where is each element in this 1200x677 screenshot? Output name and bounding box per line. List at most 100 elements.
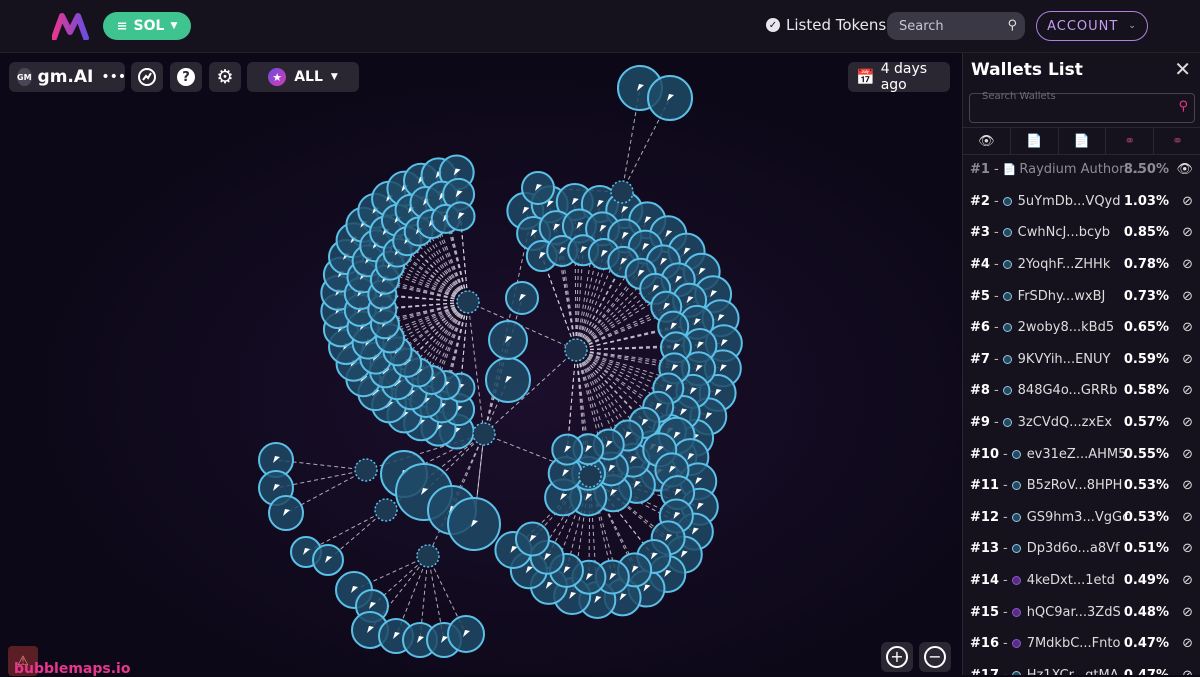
wallet-address: 5uYmDb...VQyd <box>1017 193 1121 209</box>
eye-off-icon[interactable]: ⊘ <box>1182 541 1193 556</box>
wallet-list: #1- 📄 Raydium Authori... 8.50% 👁 #2-5uYmDb...… <box>963 154 1200 675</box>
wallet-percent: 0.49% <box>1123 573 1169 589</box>
calendar-icon: 📅 <box>856 68 875 86</box>
hub-bubble[interactable] <box>578 464 602 488</box>
eye-off-icon[interactable]: ⊘ <box>1182 352 1193 367</box>
wallet-rank: #2 <box>970 193 990 209</box>
eye-off-icon[interactable]: ⊘ <box>1182 668 1193 675</box>
header-search-input[interactable] <box>897 18 1001 35</box>
separator: - <box>993 257 999 273</box>
separator: - <box>993 320 999 336</box>
wallet-search-input[interactable] <box>980 90 1164 103</box>
separator: - <box>993 162 999 178</box>
wallet-row[interactable]: #16- 7MdkbC...Fnto 0.47% ⊘ <box>963 628 1200 660</box>
date-selector[interactable]: 📅 4 days ago <box>848 61 950 93</box>
hub-bubble[interactable] <box>456 290 480 314</box>
separator: - <box>1002 509 1008 525</box>
eye-off-icon[interactable]: ⊘ <box>1182 225 1193 240</box>
help-icon: ? <box>177 68 195 86</box>
bubble-map-canvas[interactable] <box>0 53 962 675</box>
bubblemaps-logo-icon[interactable] <box>52 12 94 40</box>
eye-off-icon[interactable]: ⊘ <box>1182 289 1193 304</box>
filter-dropdown[interactable]: ★ ALL ▼ <box>247 62 359 92</box>
wallet-percent: 0.57% <box>1123 415 1169 431</box>
wallet-address: 7MdkbC...Fnto <box>1026 636 1121 652</box>
wallet-row[interactable]: #10- ev31eZ...AHM5 0.55% ⊘ <box>963 438 1200 470</box>
wallet-percent: 0.65% <box>1123 320 1169 336</box>
wallet-percent: 0.58% <box>1123 383 1169 399</box>
wallet-row[interactable]: #1- 📄 Raydium Authori... 8.50% 👁 <box>963 154 1200 186</box>
wallet-percent: 0.73% <box>1123 288 1169 304</box>
hub-bubble[interactable] <box>610 180 634 204</box>
contract-eye-icon[interactable]: 📄 <box>1011 128 1059 154</box>
chain-selector-button[interactable]: ≡ SOL ▼ <box>103 12 191 40</box>
eye-off-icon[interactable]: ⊘ <box>1182 636 1193 651</box>
eye-icon[interactable]: 👁 <box>963 128 1011 154</box>
stats-button[interactable] <box>131 62 163 92</box>
token-name: gm.AI <box>37 67 94 87</box>
wallet-row[interactable]: #7- 9KVYih...ENUY 0.59% ⊘ <box>963 344 1200 376</box>
link-hidden-icon[interactable]: ⚭ <box>1106 128 1155 154</box>
wallet-dot-icon <box>1011 670 1021 675</box>
wallet-rank: #11 <box>970 478 999 494</box>
more-options-icon[interactable]: ••• <box>101 69 126 85</box>
hub-bubble[interactable] <box>564 338 588 362</box>
search-icon[interactable]: ⚲ <box>1007 18 1017 33</box>
eye-off-icon[interactable]: ⊘ <box>1182 383 1193 398</box>
eye-off-icon[interactable]: ⊘ <box>1182 320 1193 335</box>
search-icon[interactable]: ⚲ <box>1178 99 1188 114</box>
wallet-rank: #14 <box>970 573 999 589</box>
hub-bubble[interactable] <box>374 498 398 522</box>
help-button[interactable]: ? <box>170 62 202 92</box>
wallet-row[interactable]: #8- 848G4o...GRRb 0.58% ⊘ <box>963 375 1200 407</box>
hub-bubble[interactable] <box>354 458 378 482</box>
settings-button[interactable]: ⚙ <box>209 62 241 92</box>
token-selector[interactable]: GM gm.AI ••• <box>9 62 126 92</box>
wallet-row[interactable]: #12- GS9hm3...VgGc 0.53% ⊘ <box>963 502 1200 534</box>
wallet-rank: #1 <box>970 162 990 178</box>
eye-off-icon[interactable]: ⊘ <box>1182 447 1193 462</box>
wallet-percent: 0.53% <box>1123 509 1169 525</box>
eye-off-icon[interactable]: ⊘ <box>1182 573 1193 588</box>
wallet-dot-icon <box>1011 576 1021 586</box>
wallet-rank: #13 <box>970 541 999 557</box>
eye-off-icon[interactable]: ⊘ <box>1182 510 1193 525</box>
wallet-percent: 0.47% <box>1124 668 1169 675</box>
eye-off-icon[interactable]: ⊘ <box>1182 478 1193 493</box>
wallet-row[interactable]: #11- B5zRoV...8HPH 0.53% ⊘ <box>963 470 1200 502</box>
eye-icon[interactable]: 👁 <box>1176 162 1193 177</box>
wallet-address: CwhNcJ...bcyb <box>1017 225 1111 241</box>
chain-label: SOL <box>133 18 165 34</box>
wallets-panel: Wallets List ✕ ⚲ 👁 📄 📄 ⚭ ⚭ #1-📄Raydium A… <box>962 53 1200 675</box>
account-button[interactable]: ACCOUNT ⌄ <box>1036 11 1148 41</box>
eye-off-icon[interactable]: ⊘ <box>1182 605 1193 620</box>
wallet-row[interactable]: #2- 5uYmDb...VQyd 1.03% ⊘ <box>963 186 1200 218</box>
solana-icon: ≡ <box>116 18 128 34</box>
wallet-row[interactable]: #13- Dp3d6o...a8Vf 0.51% ⊘ <box>963 533 1200 565</box>
date-label: 4 days ago <box>880 61 928 93</box>
bubble-graph[interactable] <box>0 53 962 675</box>
wallet-row[interactable]: #5- FrSDhy...wxBJ 0.73% ⊘ <box>963 280 1200 312</box>
eye-off-icon[interactable]: ⊘ <box>1182 194 1193 209</box>
wallet-row[interactable]: #15- hQC9ar...3ZdS 0.48% ⊘ <box>963 596 1200 628</box>
eye-off-icon[interactable]: ⊘ <box>1182 257 1193 272</box>
hub-bubble[interactable] <box>416 544 440 568</box>
wallet-rank: #12 <box>970 509 999 525</box>
wallet-row[interactable]: #3- CwhNcJ...bcyb 0.85% ⊘ <box>963 217 1200 249</box>
close-icon[interactable]: ✕ <box>1174 57 1191 81</box>
listed-tokens-link[interactable]: ✓ Listed Tokens <box>766 16 886 34</box>
wallet-row[interactable]: #4- 2YoqhF...ZHHk 0.78% ⊘ <box>963 249 1200 281</box>
burn-hidden-icon[interactable]: ⚭ <box>1154 128 1200 154</box>
separator: - <box>1002 604 1008 620</box>
eye-off-icon[interactable]: ⊘ <box>1182 415 1193 430</box>
hub-bubble[interactable] <box>472 422 496 446</box>
wallet-row[interactable]: #6- 2woby8...kBd5 0.65% ⊘ <box>963 312 1200 344</box>
wallet-percent: 0.53% <box>1123 478 1169 494</box>
zoom-out-button[interactable]: − <box>919 642 951 672</box>
zoom-in-button[interactable]: + <box>881 642 913 672</box>
wallet-row[interactable]: #9- 3zCVdQ...zxEx 0.57% ⊘ <box>963 407 1200 439</box>
wallet-dot-icon <box>1011 544 1021 554</box>
wallet-row[interactable]: #14- 4keDxt...1etd 0.49% ⊘ <box>963 565 1200 597</box>
exchange-hidden-icon[interactable]: 📄 <box>1059 128 1107 154</box>
wallet-row[interactable]: #17- Hz1XCr...qtMA 0.47% ⊘ <box>963 660 1200 675</box>
